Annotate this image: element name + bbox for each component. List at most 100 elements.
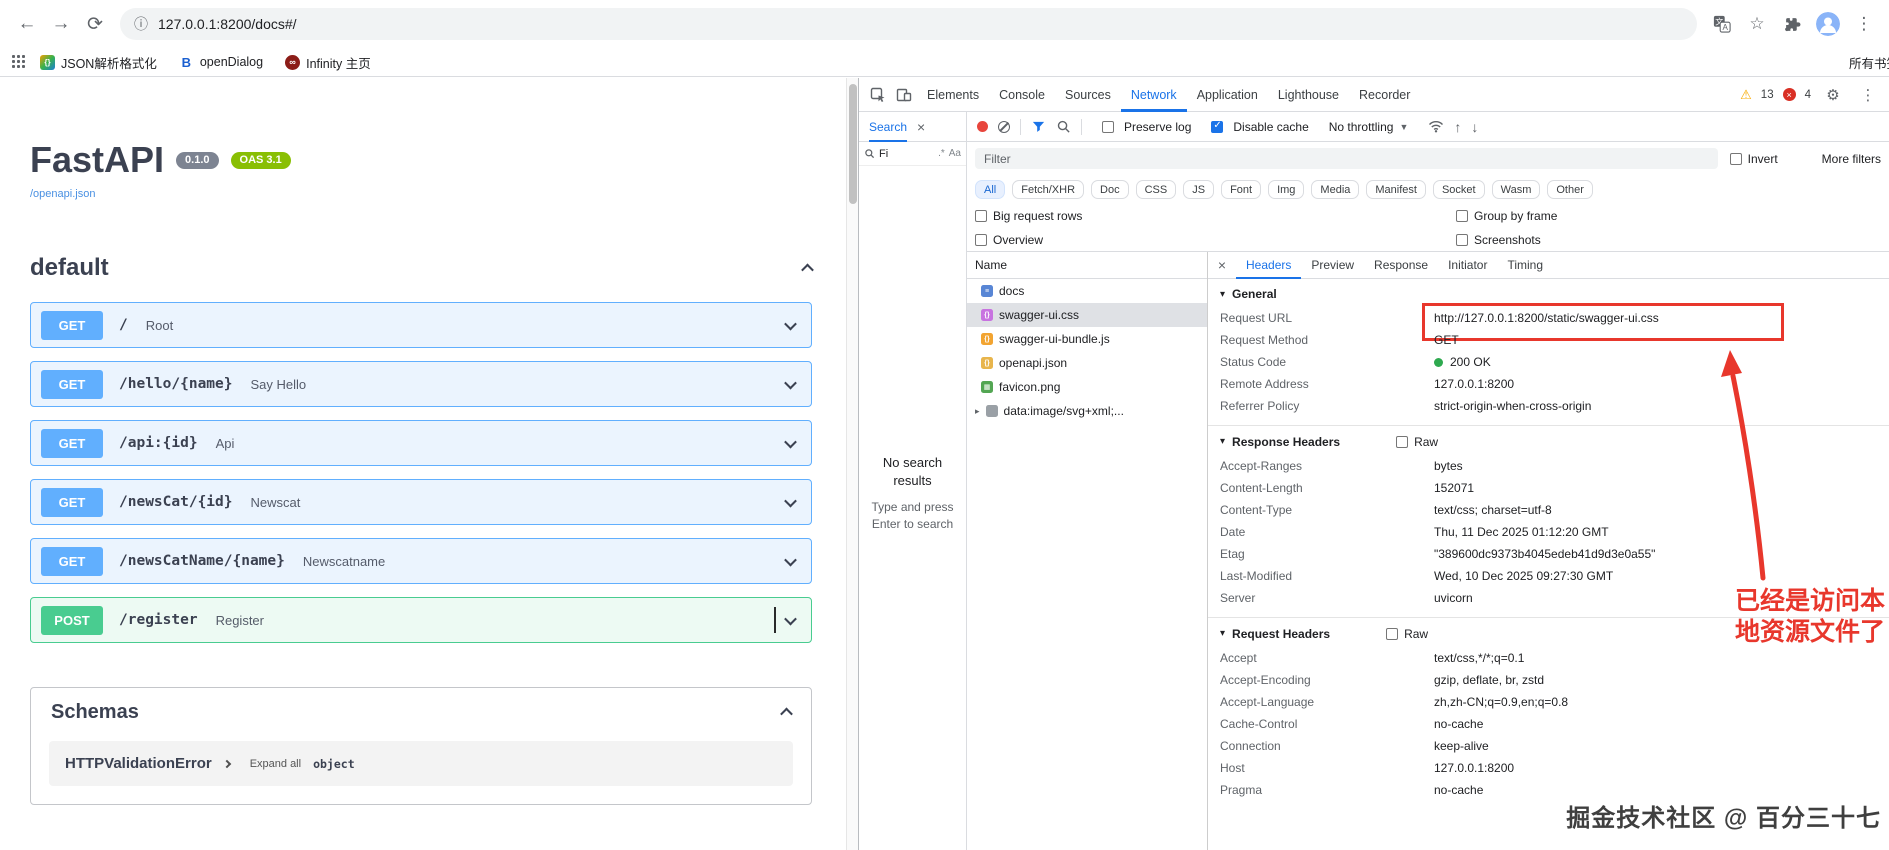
reload-icon[interactable]: ⟳: [78, 7, 112, 41]
detail-tab[interactable]: Initiator: [1438, 252, 1497, 279]
translate-icon[interactable]: 文A: [1711, 13, 1733, 35]
request-row[interactable]: docs: [967, 279, 1207, 303]
devtools-tab[interactable]: Network: [1121, 78, 1187, 112]
group-by-frame-checkbox[interactable]: [1456, 210, 1468, 222]
search-drawer-tab[interactable]: Search ×: [859, 112, 967, 142]
invert-toggle[interactable]: Invert: [1730, 152, 1778, 166]
all-bookmarks-button[interactable]: 所有书签: [1835, 48, 1889, 76]
devtools-tab[interactable]: Console: [989, 78, 1055, 112]
detail-tab[interactable]: Response: [1364, 252, 1438, 279]
detail-tab[interactable]: Timing: [1497, 252, 1553, 279]
twisty-icon[interactable]: ▸: [975, 406, 980, 417]
devtools-tab[interactable]: Elements: [917, 78, 989, 112]
settings-gear-icon[interactable]: ⚙: [1820, 82, 1846, 108]
disable-cache-checkbox[interactable]: [1211, 121, 1223, 133]
type-filter-chip[interactable]: Doc: [1091, 180, 1129, 199]
device-toolbar-icon[interactable]: [891, 82, 917, 108]
back-icon[interactable]: ←: [10, 7, 44, 41]
bookmark-item[interactable]: JSON解析格式化: [40, 53, 157, 72]
endpoint-row[interactable]: POST /register Register: [30, 597, 812, 643]
close-search-icon[interactable]: ×: [917, 119, 925, 135]
filter-funnel-icon[interactable]: [1031, 119, 1046, 134]
expand-all-button[interactable]: Expand all: [250, 758, 301, 770]
import-har-icon[interactable]: ↑: [1454, 119, 1461, 135]
response-headers-section-header[interactable]: Response Headers Raw: [1208, 425, 1889, 455]
screenshots-checkbox[interactable]: [1456, 234, 1468, 246]
record-icon[interactable]: [977, 121, 988, 132]
inspect-element-icon[interactable]: [865, 82, 891, 108]
tag-section-header[interactable]: default: [30, 254, 812, 282]
raw-toggle[interactable]: Raw: [1386, 627, 1428, 641]
match-case-toggle-icon[interactable]: Aa: [949, 148, 961, 159]
raw-checkbox[interactable]: [1386, 628, 1398, 640]
schema-model-row[interactable]: HTTPValidationError Expand all object: [49, 741, 793, 786]
endpoint-row[interactable]: GET / Root: [30, 302, 812, 348]
regex-toggle-icon[interactable]: .*: [938, 148, 945, 159]
close-detail-icon[interactable]: ×: [1208, 257, 1236, 273]
request-row[interactable]: favicon.png: [967, 375, 1207, 399]
detail-tab[interactable]: Headers: [1236, 252, 1301, 279]
extensions-icon[interactable]: [1781, 13, 1803, 35]
devtools-tab[interactable]: Sources: [1055, 78, 1121, 112]
more-filters-button[interactable]: More filters: [1822, 152, 1881, 166]
type-filter-chip[interactable]: Media: [1311, 180, 1359, 199]
warning-icon[interactable]: ⚠: [1740, 87, 1752, 103]
bookmark-item[interactable]: Infinity 主页: [285, 53, 371, 72]
devtools-tab[interactable]: Application: [1187, 78, 1268, 112]
address-bar[interactable]: ⓘ 127.0.0.1:8200/docs#/: [120, 8, 1697, 40]
expand-chevron-icon[interactable]: [784, 317, 797, 330]
bookmark-star-icon[interactable]: ☆: [1746, 13, 1768, 35]
forward-icon[interactable]: →: [44, 7, 78, 41]
devtools-tab[interactable]: Lighthouse: [1268, 78, 1349, 112]
endpoint-row[interactable]: GET /newsCatName/{name} Newscatname: [30, 538, 812, 584]
search-icon[interactable]: [1056, 119, 1071, 134]
type-filter-chip[interactable]: Wasm: [1492, 180, 1541, 199]
network-conditions-icon[interactable]: [1428, 120, 1444, 133]
endpoint-row[interactable]: GET /hello/{name} Say Hello: [30, 361, 812, 407]
expand-chevron-icon[interactable]: [784, 435, 797, 448]
type-filter-chip[interactable]: All: [975, 180, 1005, 199]
scrollbar-thumb[interactable]: [849, 84, 857, 204]
request-headers-section-header[interactable]: Request Headers Raw: [1208, 617, 1889, 647]
type-filter-chip[interactable]: Fetch/XHR: [1012, 180, 1084, 199]
general-section-header[interactable]: General: [1208, 281, 1889, 307]
collapse-chevron-icon[interactable]: [801, 263, 814, 276]
overview-checkbox[interactable]: [975, 234, 987, 246]
page-scrollbar[interactable]: [846, 78, 858, 850]
collapse-chevron-icon[interactable]: [780, 708, 793, 721]
request-row[interactable]: swagger-ui-bundle.js: [967, 327, 1207, 351]
apps-grid-icon[interactable]: [12, 55, 26, 69]
request-row[interactable]: swagger-ui.css: [967, 303, 1207, 327]
type-filter-chip[interactable]: Manifest: [1366, 180, 1426, 199]
type-filter-chip[interactable]: Other: [1547, 180, 1593, 199]
type-filter-chip[interactable]: Img: [1268, 180, 1304, 199]
preserve-log-toggle[interactable]: Preserve log: [1092, 120, 1201, 134]
search-input-row[interactable]: Fi .* Aa: [859, 142, 966, 166]
type-filter-chip[interactable]: Font: [1221, 180, 1261, 199]
big-request-rows-checkbox[interactable]: [975, 210, 987, 222]
devtools-tab[interactable]: Recorder: [1349, 78, 1420, 112]
type-filter-chip[interactable]: CSS: [1136, 180, 1177, 199]
invert-checkbox[interactable]: [1730, 153, 1742, 165]
request-row[interactable]: ▸ data:image/svg+xml;...: [967, 399, 1207, 423]
type-filter-chip[interactable]: Socket: [1433, 180, 1485, 199]
throttling-dropdown[interactable]: No throttling ▼: [1329, 120, 1409, 134]
expand-chevron-icon[interactable]: [222, 759, 230, 767]
search-tab-label[interactable]: Search: [869, 112, 907, 142]
expand-chevron-icon[interactable]: [784, 494, 797, 507]
disable-cache-toggle[interactable]: Disable cache: [1201, 120, 1318, 134]
expand-chevron-icon[interactable]: [784, 612, 797, 625]
schemas-header[interactable]: Schemas: [31, 688, 811, 737]
endpoint-row[interactable]: GET /api:{id} Api: [30, 420, 812, 466]
preserve-log-checkbox[interactable]: [1102, 121, 1114, 133]
expand-chevron-icon[interactable]: [784, 553, 797, 566]
openapi-spec-link[interactable]: /openapi.json: [30, 188, 812, 200]
request-list-header[interactable]: Name: [967, 252, 1207, 279]
raw-toggle[interactable]: Raw: [1396, 435, 1438, 449]
expand-chevron-icon[interactable]: [784, 376, 797, 389]
type-filter-chip[interactable]: JS: [1183, 180, 1214, 199]
devtools-menu-icon[interactable]: ⋮: [1855, 82, 1881, 108]
bookmark-item[interactable]: openDialog: [179, 55, 263, 70]
raw-checkbox[interactable]: [1396, 436, 1408, 448]
error-icon[interactable]: ×: [1783, 88, 1796, 101]
